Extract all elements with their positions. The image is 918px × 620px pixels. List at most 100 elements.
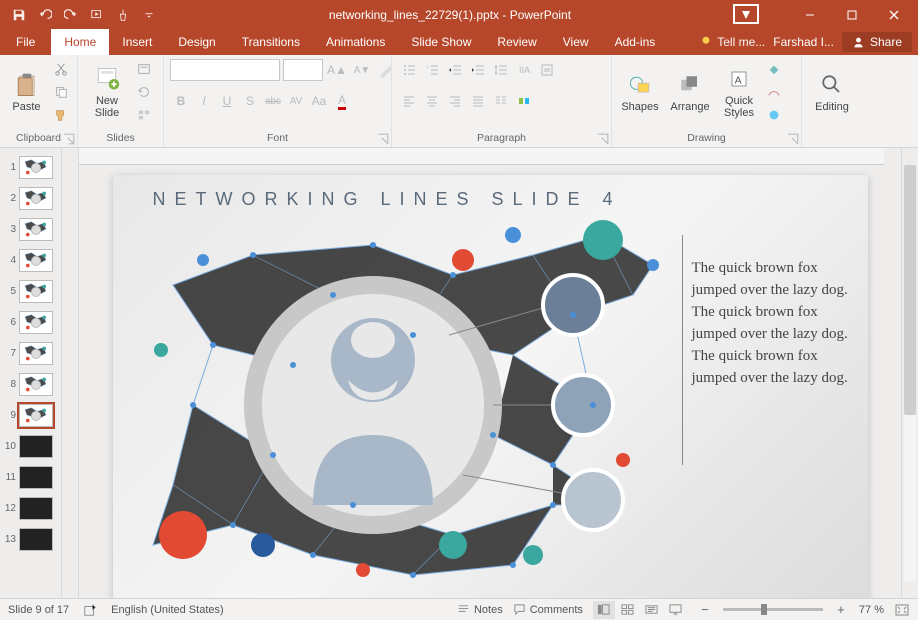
shadow-button[interactable]: S	[239, 90, 261, 112]
user-name[interactable]: Farshad I...	[773, 35, 834, 49]
tab-review[interactable]: Review	[484, 29, 549, 55]
comments-button[interactable]: Comments	[513, 603, 583, 616]
slide-sorter-icon[interactable]	[617, 601, 639, 619]
copy-icon[interactable]	[51, 82, 71, 102]
drawing-launcher-icon[interactable]	[787, 133, 799, 145]
justify-icon[interactable]	[467, 90, 489, 112]
tab-slideshow[interactable]: Slide Show	[398, 29, 484, 55]
slide-thumbnails-panel[interactable]: 12345678910111213	[0, 148, 62, 598]
notes-button[interactable]: Notes	[457, 603, 503, 616]
thumbnail-preview[interactable]	[19, 528, 53, 551]
thumbnail-preview[interactable]	[19, 497, 53, 520]
strikethrough-button[interactable]: abc	[262, 90, 284, 112]
reading-view-icon[interactable]	[641, 601, 663, 619]
zoom-level[interactable]: 77 %	[859, 604, 884, 616]
language-indicator[interactable]: English (United States)	[111, 604, 224, 616]
new-slide-button[interactable]: New Slide	[84, 58, 130, 126]
thumbnail-7[interactable]: 7	[0, 338, 61, 369]
tab-addins[interactable]: Add-ins	[602, 29, 669, 55]
thumbnail-preview[interactable]	[19, 249, 53, 272]
zoom-out-button[interactable]: −	[697, 602, 713, 617]
text-direction-icon[interactable]: IIA	[513, 59, 535, 81]
tab-animations[interactable]: Animations	[313, 29, 398, 55]
thumbnail-preview[interactable]	[19, 466, 53, 489]
quick-styles-button[interactable]: A Quick Styles	[718, 58, 760, 126]
share-button[interactable]: Share	[842, 32, 912, 52]
vertical-scrollbar[interactable]	[901, 148, 918, 598]
touch-mode-icon[interactable]	[112, 4, 134, 26]
scrollbar-thumb[interactable]	[904, 165, 916, 415]
italic-button[interactable]: I	[193, 90, 215, 112]
thumbnail-5[interactable]: 5	[0, 276, 61, 307]
thumbnail-8[interactable]: 8	[0, 369, 61, 400]
slide-canvas-area[interactable]: NETWORKING LINES SLIDE 4	[79, 148, 901, 598]
shape-effects-icon[interactable]	[764, 105, 784, 125]
layout-icon[interactable]	[134, 59, 154, 79]
qat-customize-icon[interactable]	[138, 4, 160, 26]
section-icon[interactable]	[134, 105, 154, 125]
increase-font-icon[interactable]: A▲	[326, 59, 348, 81]
tab-view[interactable]: View	[550, 29, 602, 55]
editing-button[interactable]: Editing	[808, 58, 856, 126]
redo-icon[interactable]	[60, 4, 82, 26]
columns-icon[interactable]	[490, 90, 512, 112]
thumbnail-10[interactable]: 10	[0, 431, 61, 462]
thumbnail-11[interactable]: 11	[0, 462, 61, 493]
arrange-button[interactable]: Arrange	[666, 58, 714, 126]
slide-body-text[interactable]: The quick brown fox jumped over the lazy…	[692, 257, 850, 389]
ribbon-display-options-icon[interactable]	[732, 4, 760, 26]
tab-design[interactable]: Design	[165, 29, 228, 55]
bullets-icon[interactable]	[398, 59, 420, 81]
numbering-icon[interactable]: 1	[421, 59, 443, 81]
shape-fill-icon[interactable]	[764, 59, 784, 79]
decrease-font-icon[interactable]: A▼	[351, 59, 373, 81]
thumbnail-preview[interactable]	[19, 404, 53, 427]
network-graphic[interactable]	[113, 205, 673, 595]
reset-icon[interactable]	[134, 82, 154, 102]
thumbnail-preview[interactable]	[19, 218, 53, 241]
shapes-button[interactable]: Shapes	[618, 58, 662, 126]
font-color-button[interactable]: A	[331, 90, 353, 112]
align-left-icon[interactable]	[398, 90, 420, 112]
thumbnail-preview[interactable]	[19, 187, 53, 210]
save-icon[interactable]	[8, 4, 30, 26]
thumbnail-12[interactable]: 12	[0, 493, 61, 524]
fit-to-window-icon[interactable]	[894, 603, 910, 617]
paste-button[interactable]: Paste	[6, 58, 47, 126]
spellcheck-icon[interactable]	[83, 603, 97, 617]
thumbnail-13[interactable]: 13	[0, 524, 61, 555]
align-right-icon[interactable]	[444, 90, 466, 112]
thumbnail-preview[interactable]	[19, 156, 53, 179]
tab-home[interactable]: Home	[51, 29, 109, 55]
shape-outline-icon[interactable]	[764, 82, 784, 102]
start-from-beginning-icon[interactable]	[86, 4, 108, 26]
tell-me-search[interactable]: Tell me...	[699, 35, 765, 49]
decrease-indent-icon[interactable]	[444, 59, 466, 81]
thumbnail-9[interactable]: 9	[0, 400, 61, 431]
thumbnail-preview[interactable]	[19, 342, 53, 365]
align-center-icon[interactable]	[421, 90, 443, 112]
align-text-icon[interactable]	[536, 59, 558, 81]
line-spacing-icon[interactable]	[490, 59, 512, 81]
cut-icon[interactable]	[51, 59, 71, 79]
convert-smartart-icon[interactable]	[513, 90, 535, 112]
clipboard-launcher-icon[interactable]	[63, 133, 75, 145]
thumbnail-2[interactable]: 2	[0, 183, 61, 214]
paragraph-launcher-icon[interactable]	[597, 133, 609, 145]
increase-indent-icon[interactable]	[467, 59, 489, 81]
slide[interactable]: NETWORKING LINES SLIDE 4	[113, 175, 868, 598]
maximize-button[interactable]	[832, 0, 872, 29]
font-name-combo[interactable]	[170, 59, 280, 81]
thumbnail-4[interactable]: 4	[0, 245, 61, 276]
tab-insert[interactable]: Insert	[109, 29, 165, 55]
zoom-in-button[interactable]: +	[833, 602, 849, 617]
tab-transitions[interactable]: Transitions	[229, 29, 313, 55]
char-spacing-button[interactable]: AV	[285, 90, 307, 112]
thumbnail-3[interactable]: 3	[0, 214, 61, 245]
change-case-button[interactable]: Aa	[308, 90, 330, 112]
slide-counter[interactable]: Slide 9 of 17	[8, 604, 69, 616]
zoom-handle[interactable]	[761, 604, 767, 615]
slideshow-view-icon[interactable]	[665, 601, 687, 619]
close-button[interactable]	[874, 0, 914, 29]
thumbnail-preview[interactable]	[19, 435, 53, 458]
